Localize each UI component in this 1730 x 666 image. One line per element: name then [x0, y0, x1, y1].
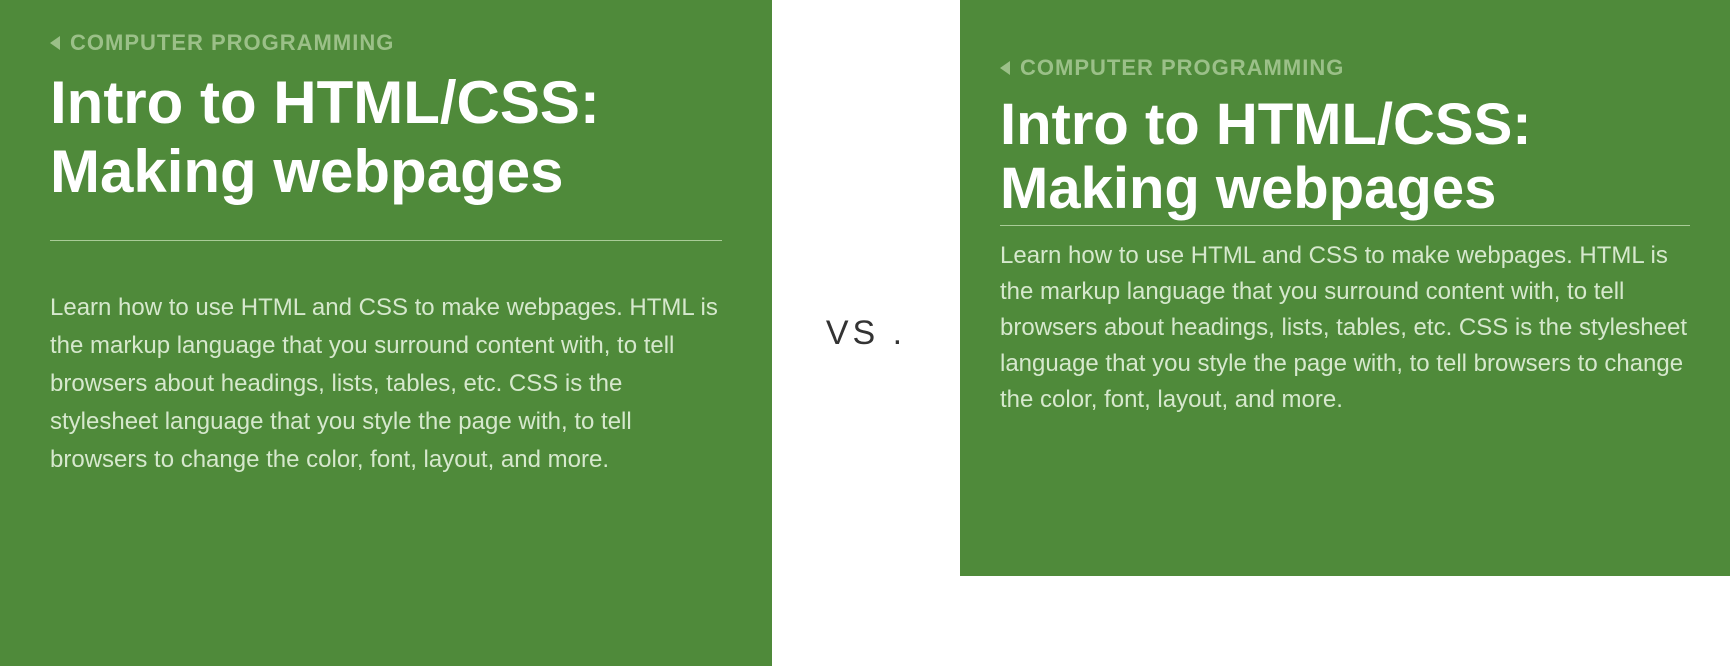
back-arrow-icon — [1000, 61, 1010, 75]
breadcrumb-label: COMPUTER PROGRAMMING — [70, 30, 394, 56]
comparison-panel-right: COMPUTER PROGRAMMING Intro to HTML/CSS: … — [960, 0, 1730, 576]
divider — [1000, 225, 1690, 226]
comparison-panel-left: COMPUTER PROGRAMMING Intro to HTML/CSS: … — [0, 0, 772, 666]
course-title-line1: Intro to HTML/CSS: — [50, 69, 600, 136]
course-description: Learn how to use HTML and CSS to make we… — [1000, 238, 1690, 418]
versus-separator: VS . — [772, 0, 960, 666]
course-title-line2: Making webpages — [50, 138, 563, 205]
versus-label: VS . — [826, 314, 906, 353]
course-title-line2: Making webpages — [1000, 156, 1496, 221]
course-title-line1: Intro to HTML/CSS: — [1000, 92, 1532, 157]
breadcrumb-label: COMPUTER PROGRAMMING — [1020, 55, 1344, 81]
breadcrumb[interactable]: COMPUTER PROGRAMMING — [1000, 55, 1690, 81]
breadcrumb[interactable]: COMPUTER PROGRAMMING — [50, 30, 722, 56]
course-description: Learn how to use HTML and CSS to make we… — [50, 289, 722, 479]
course-title: Intro to HTML/CSS: Making webpages — [1000, 93, 1690, 221]
divider — [50, 240, 722, 241]
back-arrow-icon — [50, 36, 60, 50]
course-title: Intro to HTML/CSS: Making webpages — [50, 68, 722, 206]
